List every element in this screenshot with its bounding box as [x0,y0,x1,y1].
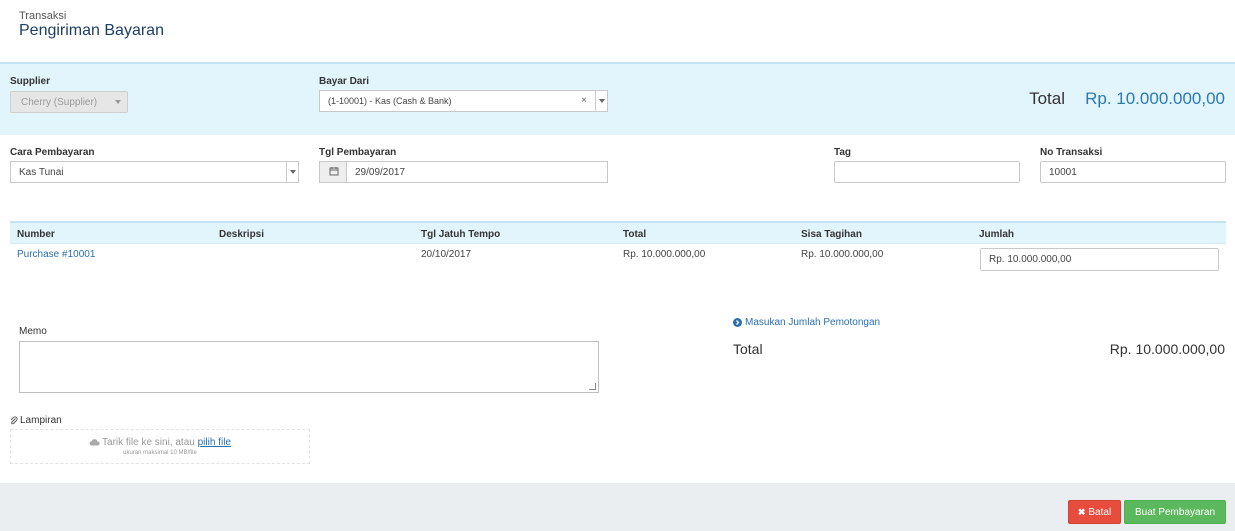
no-transaksi-label: No Transaksi [1040,147,1103,158]
table-header: Number Deskripsi Tgl Jatuh Tempo Total S… [10,221,1226,244]
resize-handle[interactable] [589,383,596,390]
column-header: Sisa Tagihan [801,229,862,240]
column-header: Tgl Jatuh Tempo [421,229,501,240]
no-transaksi-input[interactable]: 10001 [1040,161,1226,183]
cara-pembayaran-select[interactable]: Kas Tunai [10,161,299,183]
column-header: Jumlah [979,229,1015,240]
calendar-icon[interactable] [320,162,347,182]
total-value: Rp. 10.000.000,00 [1085,89,1225,108]
cara-pembayaran-label: Cara Pembayaran [10,147,95,158]
file-dropzone[interactable]: Tarik file ke sini, atau pilih file ukur… [10,429,310,464]
lampiran-label: Lampiran [20,415,62,426]
supplier-value: Cherry (Supplier) [21,97,98,108]
dropdown-toggle[interactable] [595,91,607,111]
dropdown-toggle[interactable] [286,162,298,182]
row-due-date: 20/10/2017 [421,249,472,260]
dropzone-instruction: Tarik file ke sini, atau [102,437,198,448]
row-sisa-tagihan: Rp. 10.000.000,00 [801,249,884,260]
jumlah-input[interactable]: Rp. 10.000.000,00 [980,248,1219,271]
dropzone-text: Tarik file ke sini, atau pilih file [11,437,309,448]
column-header: Deskripsi [219,229,265,240]
cloud-upload-icon [89,439,100,446]
page-title: Pengiriman Bayaran [19,22,164,39]
supplier-select: Cherry (Supplier) [10,91,128,113]
chevron-down-icon [599,99,605,103]
bayar-dari-select[interactable]: (1-10001) - Kas (Cash & Bank) × [319,90,608,112]
total-label: Total [1029,89,1065,108]
tgl-pembayaran-value: 29/09/2017 [355,167,406,178]
chevron-down-icon [290,170,296,174]
clear-icon[interactable]: × [581,95,587,106]
row-total: Rp. 10.000.000,00 [623,249,706,260]
table-row: Purchase #10001 20/10/2017 Rp. 10.000.00… [10,245,1226,275]
potongan-link[interactable]: Masukan Jumlah Pemotongan [733,317,880,328]
purchase-link[interactable]: Purchase #10001 [17,249,95,260]
paperclip-icon [10,416,18,424]
bayar-dari-value: (1-10001) - Kas (Cash & Bank) [328,96,452,106]
cancel-button-label: Batal [1088,506,1112,518]
tag-input[interactable] [834,161,1020,183]
jumlah-value: Rp. 10.000.000,00 [989,254,1072,265]
pilih-file-link[interactable]: pilih file [198,437,231,448]
memo-textarea[interactable] [19,341,599,393]
close-icon: ✖ [1077,506,1086,517]
column-header: Total [623,229,647,240]
lampiran-heading: Lampiran [10,415,62,426]
tgl-pembayaran-label: Tgl Pembayaran [319,147,397,158]
breadcrumb: Transaksi [19,10,67,22]
tgl-pembayaran-field[interactable]: 29/09/2017 [319,161,608,183]
supplier-label: Supplier [10,76,51,87]
memo-label: Memo [19,326,47,337]
column-header: Number [17,229,55,240]
bayar-dari-label: Bayar Dari [319,76,370,87]
summary-total-value: Rp. 10.000.000,00 [1109,341,1225,357]
footer-bar [0,483,1235,531]
tag-label: Tag [834,147,852,158]
summary-total-label: Total [733,341,763,357]
cancel-button[interactable]: ✖ Batal [1068,500,1121,524]
dropzone-size-note: ukuran maksimal 10 MB/file [123,450,197,456]
cara-pembayaran-value: Kas Tunai [19,167,64,178]
potongan-link-label: Masukan Jumlah Pemotongan [745,317,881,328]
chevron-down-icon [115,100,121,104]
chevron-circle-right-icon [733,318,742,327]
submit-button-label: Buat Pembayaran [1134,506,1216,518]
submit-payment-button[interactable]: Buat Pembayaran [1124,500,1226,524]
